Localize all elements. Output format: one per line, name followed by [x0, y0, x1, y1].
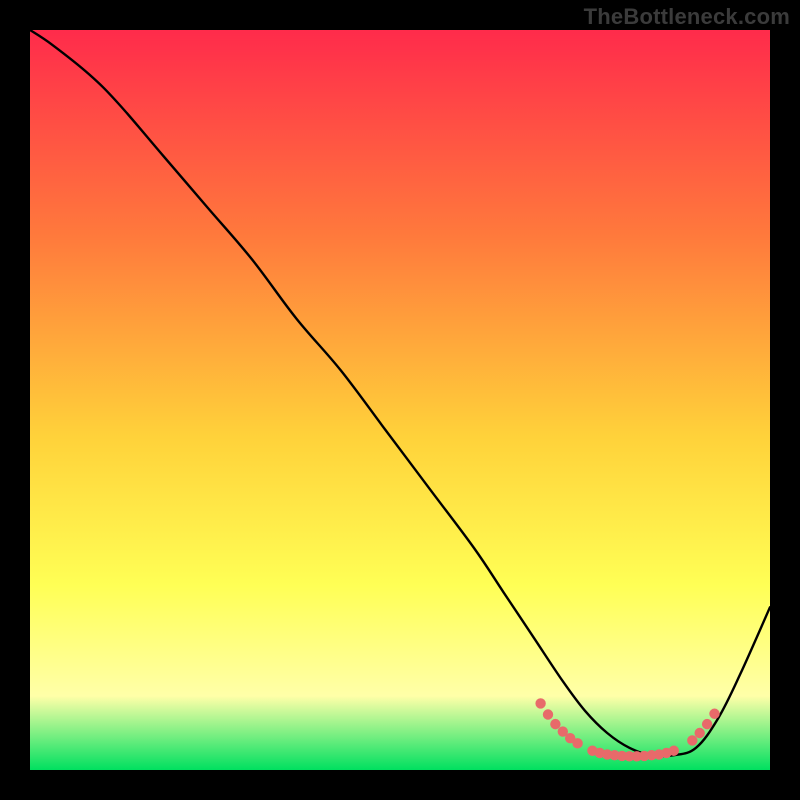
curve-dot: [572, 738, 582, 748]
curve-dot: [702, 719, 712, 729]
chart-frame: TheBottleneck.com: [0, 0, 800, 800]
curve-dot: [535, 698, 545, 708]
curve-dot: [669, 746, 679, 756]
curve-dot: [687, 735, 697, 745]
curve-dot: [543, 709, 553, 719]
curve-dot: [709, 709, 719, 719]
gradient-background: [30, 30, 770, 770]
plot-area: [30, 30, 770, 770]
curve-dot: [695, 728, 705, 738]
plot-svg: [30, 30, 770, 770]
watermark-text: TheBottleneck.com: [584, 4, 790, 30]
curve-dot: [550, 719, 560, 729]
